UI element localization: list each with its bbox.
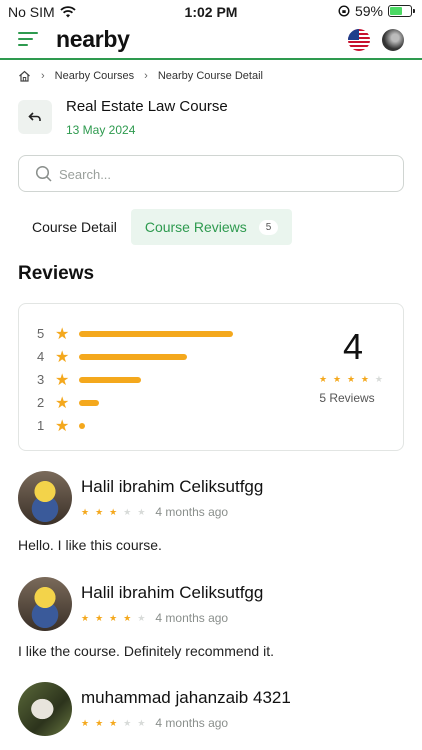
review-time: 4 months ago xyxy=(155,716,229,730)
rating-distribution: 5 ★ 4 ★ 3 ★ 2 ★ 1 ★ xyxy=(37,322,239,437)
star-icon: ★ xyxy=(123,612,132,623)
star-icon: ★ xyxy=(81,717,90,728)
star-icon: ★ xyxy=(95,612,104,623)
app-header: nearby xyxy=(0,24,422,60)
tab-label: Course Detail xyxy=(32,219,117,235)
reviewer-name: Halil ibrahim Celiksutfgg xyxy=(81,583,264,602)
battery-percent: 59% xyxy=(354,3,383,19)
average-stars: ★ ★ ★ ★ ★ xyxy=(319,374,383,385)
orientation-lock-icon xyxy=(338,5,350,17)
star-icon: ★ xyxy=(332,374,342,384)
review-count-badge: 5 xyxy=(258,219,279,235)
breadcrumb: › Nearby Courses › Nearby Course Detail xyxy=(18,70,263,82)
breadcrumb-item-courses[interactable]: Nearby Courses xyxy=(55,70,134,82)
rating-bar-track xyxy=(79,330,239,337)
search-box xyxy=(18,155,404,192)
reviewer-avatar xyxy=(18,577,72,631)
tab-course-detail[interactable]: Course Detail xyxy=(18,209,131,245)
chevron-right-icon: › xyxy=(41,70,45,82)
home-icon[interactable] xyxy=(18,70,31,82)
menu-button[interactable] xyxy=(18,32,38,50)
star-icon: ★ xyxy=(95,717,104,728)
search-icon xyxy=(35,165,52,182)
star-icon: ★ xyxy=(81,506,90,517)
reviewer-avatar xyxy=(18,682,72,736)
star-icon: ★ xyxy=(109,506,118,517)
rating-row: 3 ★ xyxy=(37,368,239,391)
rating-bar-track xyxy=(79,376,239,383)
chevron-right-icon: › xyxy=(144,70,148,82)
back-arrow-icon xyxy=(28,112,41,121)
star-icon: ★ xyxy=(55,371,70,389)
review-stars: ★ ★ ★ ★ ★ xyxy=(81,613,145,624)
star-icon: ★ xyxy=(123,717,132,728)
rating-row-label: 2 xyxy=(37,395,45,410)
star-icon: ★ xyxy=(319,374,328,384)
page-title: Real Estate Law Course xyxy=(66,98,228,115)
star-icon: ★ xyxy=(374,374,383,384)
rating-bar xyxy=(79,353,187,360)
star-icon: ★ xyxy=(123,506,132,517)
rating-bar-track xyxy=(79,399,239,406)
rating-row: 1 ★ xyxy=(37,414,239,437)
rating-row-label: 1 xyxy=(37,418,45,433)
brand-logo: nearby xyxy=(56,26,130,52)
review-meta: ★ ★ ★ ★ ★ 4 months ago xyxy=(81,505,228,519)
rating-row: 2 ★ xyxy=(37,391,239,414)
tab-label: Course Reviews xyxy=(144,219,247,235)
review-text: I like the course. Definitely recommend … xyxy=(18,643,274,659)
back-button[interactable] xyxy=(18,100,52,134)
rating-bar xyxy=(79,376,141,383)
star-icon: ★ xyxy=(137,717,146,728)
rating-row-label: 4 xyxy=(37,349,45,364)
rating-bar xyxy=(79,399,99,406)
star-icon: ★ xyxy=(55,325,70,343)
star-icon: ★ xyxy=(109,717,118,728)
reviewer-avatar xyxy=(18,471,72,525)
review-text: Hello. I like this course. xyxy=(18,537,162,553)
tab-bar: Course Detail Course Reviews 5 xyxy=(18,209,293,245)
star-icon: ★ xyxy=(360,374,369,384)
review-stars: ★ ★ ★ ★ ★ xyxy=(81,718,145,729)
rating-row-label: 3 xyxy=(37,372,45,387)
review-meta: ★ ★ ★ ★ ★ 4 months ago xyxy=(81,716,228,730)
star-icon: ★ xyxy=(55,348,70,366)
us-flag-icon[interactable] xyxy=(348,29,370,51)
rating-bar xyxy=(79,422,85,429)
star-icon: ★ xyxy=(55,394,70,412)
rating-summary-card: 5 ★ 4 ★ 3 ★ 2 ★ 1 ★ 4 ★ ★ ★ ★ ★ 5 Reviews xyxy=(18,303,404,451)
rating-row-label: 5 xyxy=(37,326,45,341)
rating-bar xyxy=(79,330,233,337)
review-meta: ★ ★ ★ ★ ★ 4 months ago xyxy=(81,611,228,625)
page-date: 13 May 2024 xyxy=(66,123,136,137)
star-icon: ★ xyxy=(346,374,356,384)
battery-icon xyxy=(388,5,415,17)
reviewer-name: Halil ibrahim Celiksutfgg xyxy=(81,477,264,496)
rating-bar-track xyxy=(79,422,239,429)
tab-course-reviews[interactable]: Course Reviews 5 xyxy=(130,209,293,245)
review-time: 4 months ago xyxy=(155,611,229,625)
status-right: 59% xyxy=(338,3,415,19)
star-icon: ★ xyxy=(95,506,104,517)
rating-row: 5 ★ xyxy=(37,322,239,345)
star-icon: ★ xyxy=(81,612,90,623)
star-icon: ★ xyxy=(109,612,118,623)
reviewer-name: muhammad jahanzaib 4321 xyxy=(81,688,291,707)
rating-bar-track xyxy=(79,353,239,360)
star-icon: ★ xyxy=(55,417,70,435)
user-avatar[interactable] xyxy=(382,29,404,51)
average-rating: 4 xyxy=(342,326,363,367)
reviews-heading: Reviews xyxy=(18,263,95,284)
review-count-label: 5 Reviews xyxy=(319,391,375,405)
rating-row: 4 ★ xyxy=(37,345,239,368)
search-input[interactable] xyxy=(59,162,389,186)
review-stars: ★ ★ ★ ★ ★ xyxy=(81,507,145,518)
status-bar: No SIM 1:02 PM 59% xyxy=(0,0,422,24)
star-icon: ★ xyxy=(137,612,146,623)
review-time: 4 months ago xyxy=(155,505,229,519)
star-icon: ★ xyxy=(137,506,146,517)
breadcrumb-item-detail: Nearby Course Detail xyxy=(157,70,263,82)
